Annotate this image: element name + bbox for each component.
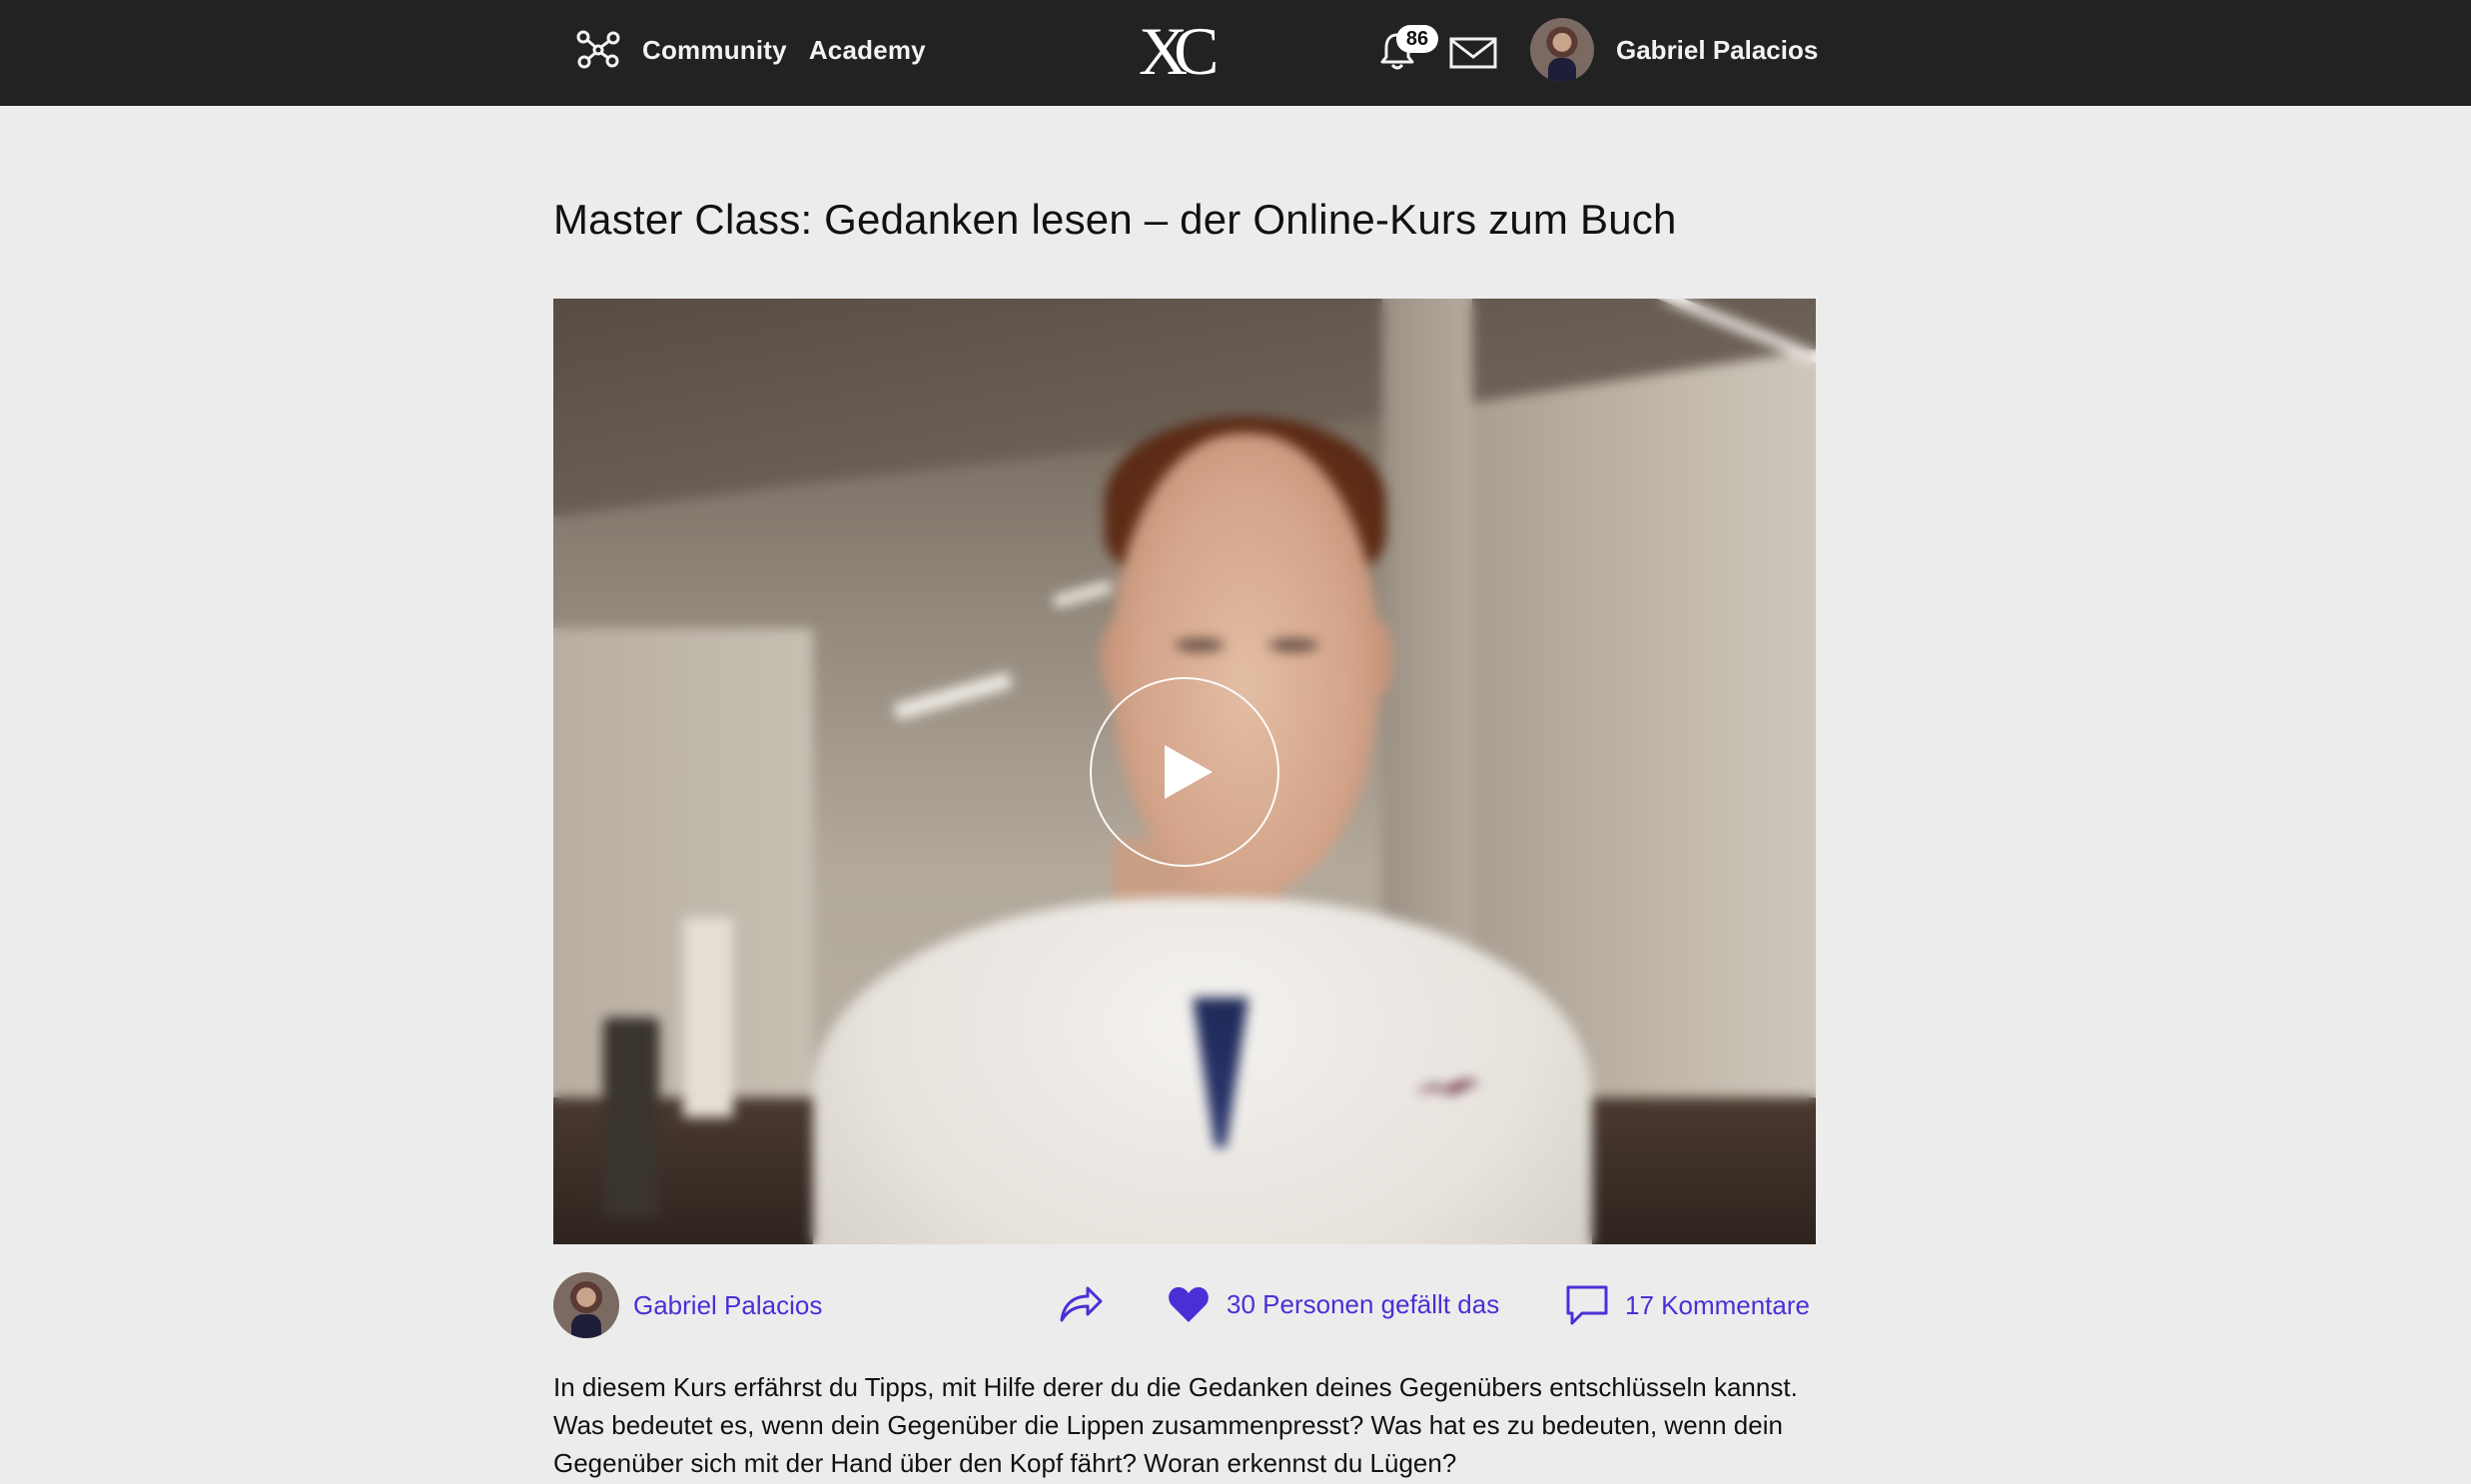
user-avatar [1530, 18, 1594, 82]
likes-count-text: 30 Personen gefällt das [1227, 1288, 1500, 1319]
author-name: Gabriel Palacios [633, 1289, 823, 1320]
top-navigation-bar: Community Academy XC 86 Gabriel Palacios [0, 0, 2471, 106]
heart-icon [1169, 1287, 1209, 1322]
author-link[interactable]: Gabriel Palacios [553, 1272, 822, 1338]
like-button[interactable]: 30 Personen gefällt das [1167, 1284, 1499, 1324]
main-nav: Community Academy [576, 0, 926, 100]
post-meta-row: Gabriel Palacios 30 Personen gefällt das… [553, 1270, 1816, 1340]
post-description: In diesem Kurs erfährst du Tipps, mit Hi… [553, 1372, 1798, 1478]
play-icon [1165, 745, 1213, 799]
comments-link[interactable]: 17 Kommentare [1565, 1284, 1810, 1326]
notification-count-badge: 86 [1396, 25, 1438, 53]
logo-text: XC [1139, 16, 1216, 84]
comments-count-text: 17 Kommentare [1625, 1289, 1810, 1320]
xc-logo[interactable]: XC [1139, 16, 1229, 84]
speech-bubble-icon [1566, 1285, 1608, 1325]
share-arrow-icon[interactable] [1058, 1284, 1104, 1324]
nav-community-link[interactable]: Community [642, 35, 787, 66]
user-menu[interactable]: Gabriel Palacios [1530, 18, 1818, 82]
video-player[interactable] [553, 299, 1816, 1244]
nav-academy-link[interactable]: Academy [809, 35, 926, 66]
page-title: Master Class: Gedanken lesen – der Onlin… [553, 196, 1677, 243]
community-network-icon[interactable] [576, 30, 620, 70]
user-name: Gabriel Palacios [1616, 34, 1819, 65]
play-button[interactable] [1090, 677, 1279, 867]
author-avatar [553, 1272, 619, 1338]
mail-icon[interactable] [1449, 36, 1497, 70]
